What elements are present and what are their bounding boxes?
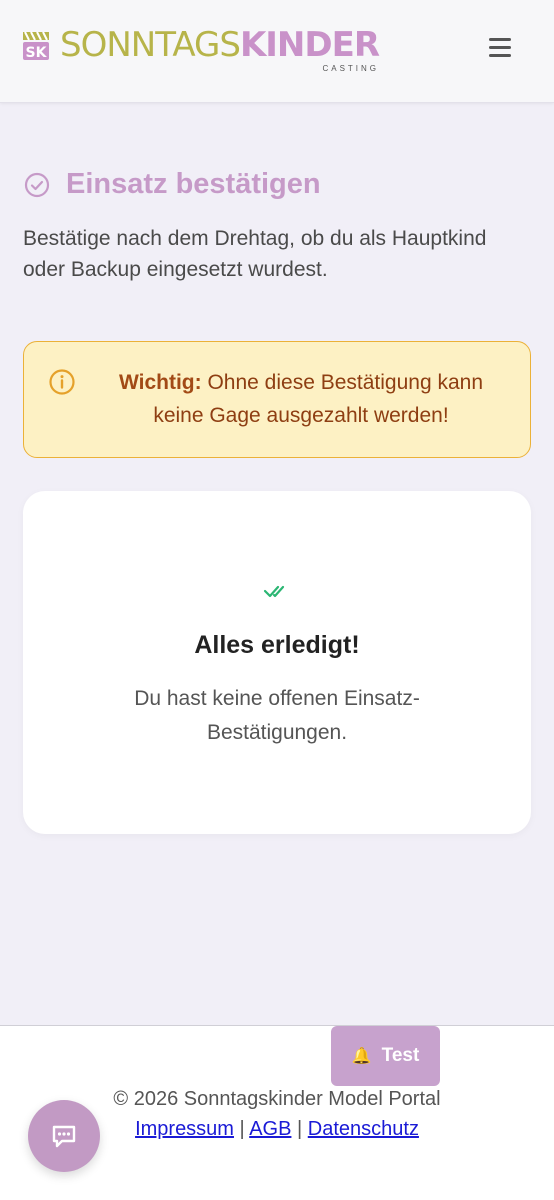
empty-state-card: Alles erledigt! Du hast keine offenen Ei… <box>23 491 531 834</box>
page-title-row: Einsatz bestätigen <box>24 168 321 201</box>
page-intro: Bestätige nach dem Drehtag, ob du als Ha… <box>23 227 487 281</box>
logo-mark-icon: SK <box>23 31 49 61</box>
check-circle-icon <box>24 172 50 197</box>
logo-subtitle: CASTING <box>322 64 380 73</box>
page-title: Einsatz bestätigen <box>66 168 321 200</box>
hamburger-menu-icon[interactable] <box>489 38 515 60</box>
agb-link[interactable]: AGB <box>249 1118 291 1140</box>
double-check-icon <box>263 585 285 598</box>
empty-state-title: Alles erledigt! <box>194 631 360 659</box>
alert-message: Wichtig: Ohne diese Bestätigung kann kei… <box>96 366 506 432</box>
link-separator: | <box>239 1118 245 1140</box>
alert-text: Ohne diese Bestätigung kann keine Gage a… <box>153 371 483 427</box>
test-button[interactable]: 🔔 Test <box>331 1026 440 1086</box>
test-button-label: Test <box>381 1045 420 1066</box>
chat-icon <box>52 1125 76 1148</box>
alert-label: Wichtig: <box>118 371 202 394</box>
top-header: SK SONNTAGSKINDER CASTING <box>0 0 554 103</box>
datenschutz-link[interactable]: Datenschutz <box>308 1118 419 1140</box>
logo-text-sonntags: SONNTAGS <box>60 25 241 65</box>
info-circle-icon <box>49 369 75 395</box>
chat-button[interactable] <box>28 1100 100 1172</box>
link-separator: | <box>297 1118 303 1140</box>
svg-text:SK: SK <box>26 45 48 61</box>
impressum-link[interactable]: Impressum <box>135 1118 234 1140</box>
bell-icon: 🔔 <box>351 1048 372 1065</box>
logo-text-kinder: KINDER <box>239 25 380 65</box>
important-alert: Wichtig: Ohne diese Bestätigung kann kei… <box>23 341 531 458</box>
sonntagskinder-logo[interactable]: SK SONNTAGSKINDER CASTING <box>22 25 380 76</box>
empty-state-text: Du hast keine offenen Einsatz-Bestätigun… <box>134 687 420 744</box>
